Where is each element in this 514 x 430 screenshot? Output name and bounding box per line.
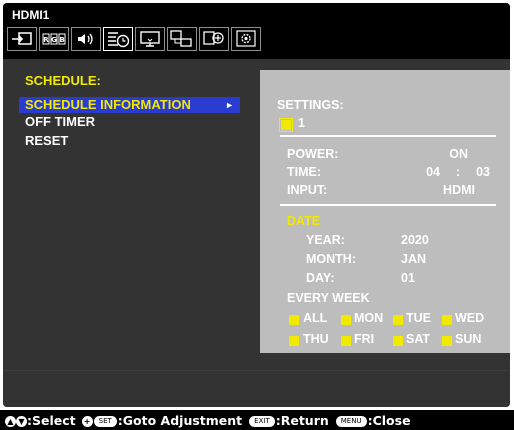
day-value: 01: [401, 271, 415, 285]
divider: [280, 204, 496, 206]
goto-hint: + SET:Goto Adjustment: [81, 412, 243, 428]
audio-icon[interactable]: [71, 27, 101, 51]
svg-text:G: G: [51, 36, 57, 44]
plus-icon: +: [81, 415, 93, 427]
input-icon[interactable]: [7, 27, 37, 51]
day-checkbox-all[interactable]: [289, 315, 299, 325]
menu-item-label: SCHEDULE INFORMATION: [25, 97, 191, 112]
divider: [280, 135, 496, 137]
power-value: ON: [449, 147, 468, 161]
menu-title: SCHEDULE:: [25, 73, 101, 88]
menu-key-icon: MENU: [335, 415, 367, 427]
day-mon: MON: [354, 311, 384, 325]
date-label: DATE: [287, 214, 321, 228]
settings-checkbox[interactable]: [279, 118, 293, 132]
return-hint-label: :Return: [275, 412, 329, 428]
menu-item-schedule-information[interactable]: SCHEDULE INFORMATION ►: [19, 97, 240, 113]
time-hour: 04: [426, 165, 440, 179]
osd-window: HDMI1 RGB SCHEDULE: SCHEDULE INFORMATION…: [3, 3, 510, 407]
day-sun: SUN: [455, 332, 482, 346]
down-arrow-icon: ▼: [16, 415, 27, 427]
menu-item-reset[interactable]: RESET: [19, 133, 240, 149]
month-value: JAN: [401, 252, 427, 266]
submenu-arrow-icon: ►: [225, 100, 234, 110]
schedule-icon[interactable]: [103, 27, 133, 51]
multi-input-icon[interactable]: [167, 27, 197, 51]
select-hint: ▲ ▼:Select: [5, 413, 76, 428]
goto-hint-label: :Goto Adjustment: [117, 412, 243, 428]
day-checkbox-mon[interactable]: [341, 315, 351, 325]
time-label: TIME:: [287, 165, 322, 179]
advanced-icon[interactable]: [231, 27, 261, 51]
day-checkbox-wed[interactable]: [442, 315, 452, 325]
input-source-label: HDMI1: [12, 8, 50, 22]
day-checkbox-thu[interactable]: [289, 336, 299, 346]
power-label: POWER:: [287, 147, 339, 161]
svg-text:R: R: [43, 36, 49, 44]
exit-key-icon: EXIT: [249, 415, 275, 427]
close-hint: MENU:Close: [335, 413, 411, 428]
day-checkbox-sat[interactable]: [393, 336, 403, 346]
settings-label: SETTINGS:: [277, 98, 344, 112]
svg-text:B: B: [59, 36, 64, 44]
day-all: ALL: [303, 311, 328, 325]
select-hint-label: :Select: [27, 412, 76, 428]
info-bar: [3, 370, 510, 407]
day-wed: WED: [455, 311, 485, 325]
protect-icon[interactable]: [199, 27, 229, 51]
help-bar: ▲ ▼:Select + SET:Goto Adjustment EXIT:Retu…: [0, 410, 514, 430]
osd-header: HDMI1 RGB: [3, 3, 510, 59]
menu-list-panel: SCHEDULE: SCHEDULE INFORMATION ► OFF TIM…: [3, 59, 250, 370]
time-separator: :: [455, 165, 460, 179]
time-minute: 03: [476, 165, 490, 179]
input-label: INPUT:: [287, 183, 328, 197]
schedule-info-panel: SETTINGS: 1 POWER: ON TIME: 04 : 03 INPU…: [260, 70, 510, 353]
up-arrow-icon: ▲: [5, 415, 16, 427]
set-key-icon: SET: [93, 415, 117, 427]
settings-number: 1: [298, 116, 305, 130]
every-week-label: EVERY WEEK: [287, 291, 370, 305]
display-icon[interactable]: [135, 27, 165, 51]
day-checkbox-tue[interactable]: [393, 315, 403, 325]
close-hint-label: :Close: [367, 412, 411, 428]
day-fri: FRI: [354, 332, 375, 346]
input-value: HDMI: [443, 183, 475, 197]
year-label: YEAR:: [306, 233, 345, 247]
menu-item-label: OFF TIMER: [25, 114, 96, 129]
year-value: 2020: [401, 233, 429, 247]
day-thu: THU: [303, 332, 329, 346]
menu-item-label: RESET: [25, 133, 69, 148]
return-hint: EXIT:Return: [248, 413, 329, 428]
day-label: DAY:: [306, 271, 335, 285]
picture-icon[interactable]: RGB: [39, 27, 69, 51]
day-checkbox-sun[interactable]: [442, 336, 452, 346]
month-label: MONTH:: [306, 252, 356, 266]
day-tue: TUE: [406, 311, 431, 325]
menu-icon-bar: RGB: [7, 27, 263, 55]
menu-item-off-timer[interactable]: OFF TIMER: [19, 114, 240, 130]
day-checkbox-fri[interactable]: [341, 336, 351, 346]
day-sat: SAT: [406, 332, 431, 346]
